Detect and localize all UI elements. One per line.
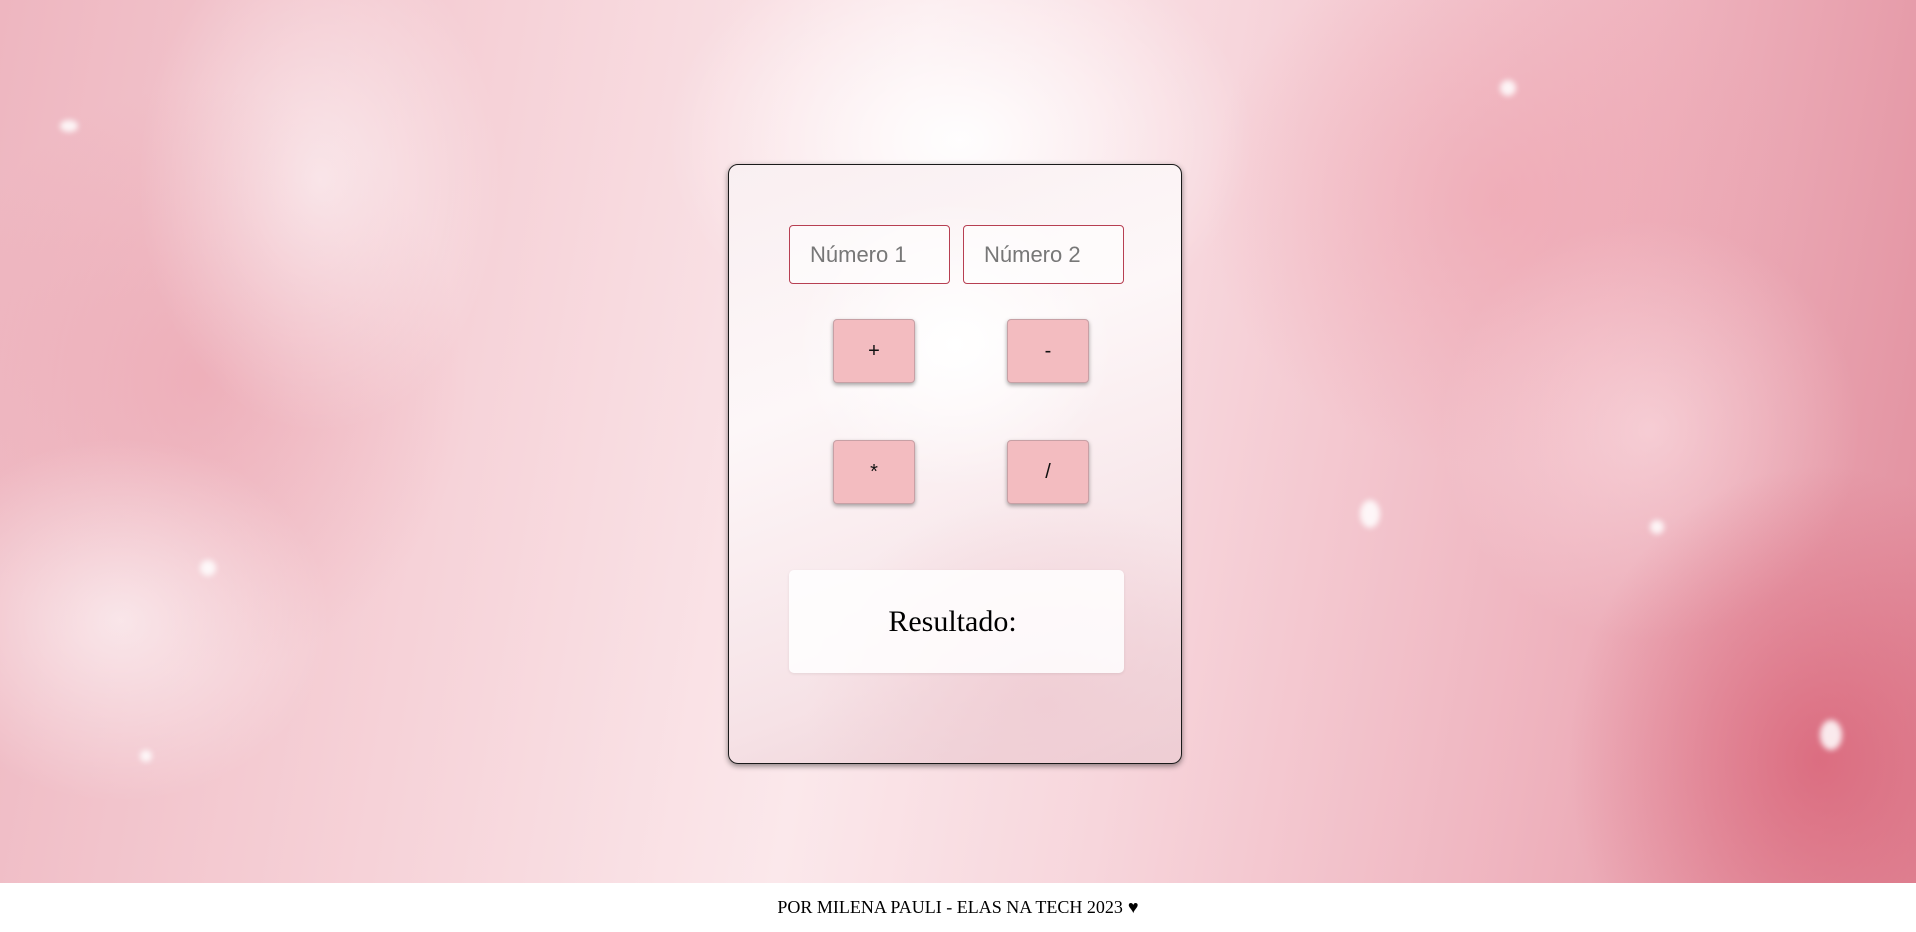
sparkle (1500, 80, 1516, 96)
sparkle (1360, 500, 1380, 528)
sparkle (200, 560, 216, 576)
footer: POR MILENA PAULI - ELAS NA TECH 2023 ♥ (0, 883, 1916, 932)
subtract-button[interactable]: - (1007, 319, 1089, 383)
result-label: Resultado: (888, 604, 1017, 638)
result-box: Resultado: (789, 570, 1124, 673)
number-2-input[interactable] (963, 225, 1124, 284)
sparkle (140, 750, 152, 762)
multiply-button[interactable]: * (833, 440, 915, 504)
calculator-panel: + - * / Resultado: (728, 164, 1182, 764)
footer-credit-text: POR MILENA PAULI - ELAS NA TECH 2023 (777, 897, 1123, 917)
heart-icon: ♥ (1127, 897, 1139, 917)
sparkle (1650, 520, 1664, 534)
divide-button[interactable]: / (1007, 440, 1089, 504)
sparkle (1820, 720, 1842, 750)
number-1-input[interactable] (789, 225, 950, 284)
sparkle (60, 120, 78, 132)
add-button[interactable]: + (833, 319, 915, 383)
